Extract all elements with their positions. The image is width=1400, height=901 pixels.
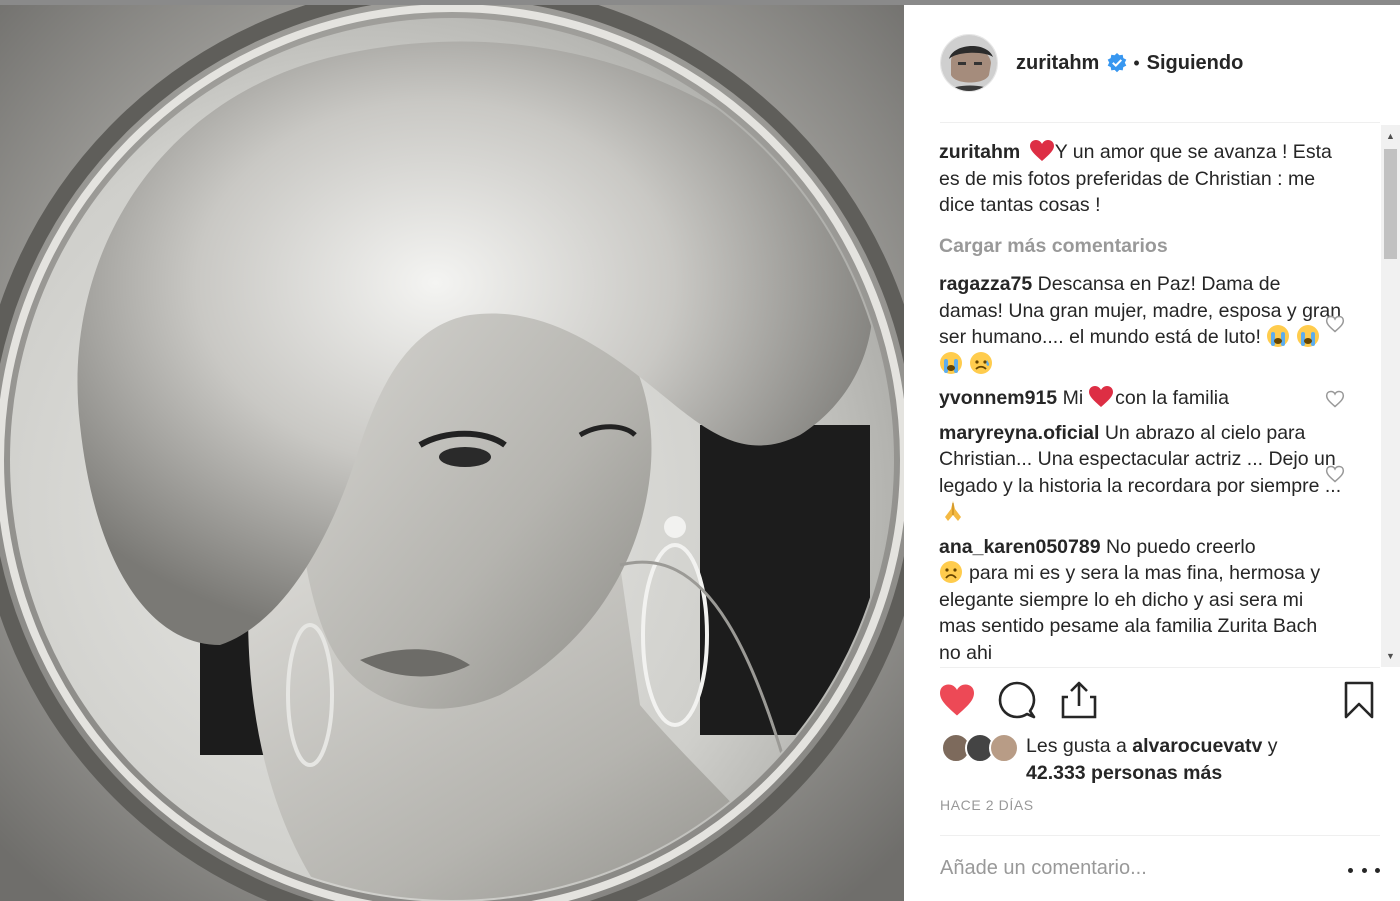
- comment-bubble-icon: [998, 681, 1036, 719]
- liker-username-link[interactable]: alvarocuevatv: [1132, 735, 1262, 757]
- verified-badge-icon: [1108, 53, 1127, 73]
- red-heart-emoji-icon: [1029, 140, 1054, 161]
- comment-text: con la familia: [1115, 387, 1229, 409]
- author-username[interactable]: zuritahm: [1016, 52, 1099, 75]
- add-comment-section: [940, 835, 1380, 901]
- loudly-crying-face-icon: [1267, 325, 1290, 347]
- likes-text: Les gusta a alvarocuevatv y 42.333 perso…: [1026, 733, 1278, 787]
- comments-list[interactable]: zuritahm Y un amor que se avanza ! Esta …: [939, 139, 1344, 667]
- framed-portrait-image: [0, 5, 904, 901]
- likes-prefix: Les gusta a: [1026, 735, 1127, 757]
- liker-avatar: [989, 733, 1019, 763]
- comment-input[interactable]: [940, 857, 1320, 880]
- post-details-panel: zuritahm • Siguiendo zuritahm Y un amor …: [904, 5, 1400, 901]
- like-button[interactable]: [936, 679, 978, 721]
- comment-like-heart-icon[interactable]: [1325, 389, 1345, 409]
- sad-relieved-face-icon: [970, 351, 992, 374]
- comment-button[interactable]: [996, 679, 1038, 721]
- avatar[interactable]: [940, 34, 998, 92]
- list-item: ragazza75 Descansa en Paz! Dama de damas…: [939, 271, 1344, 377]
- scroll-down-arrow-icon[interactable]: ▼: [1381, 647, 1400, 665]
- folded-hands-emoji-icon: [945, 501, 961, 521]
- comment-like-heart-icon[interactable]: [1325, 314, 1345, 334]
- loudly-crying-face-icon: [940, 351, 962, 374]
- post-timestamp[interactable]: HACE 2 DÍAS: [940, 797, 1034, 813]
- comment-text: Mi: [1062, 387, 1084, 409]
- header-separator: •: [1133, 52, 1140, 73]
- more-options-icon[interactable]: [1348, 858, 1380, 882]
- load-more-comments-link[interactable]: Cargar más comentarios: [939, 233, 1344, 260]
- comment-username[interactable]: ana_karen050789: [939, 536, 1101, 558]
- post-header: zuritahm • Siguiendo: [940, 31, 1380, 95]
- comments-scrollbar[interactable]: ▲ ▼: [1381, 125, 1400, 667]
- comment-username[interactable]: maryreyna.oficial: [939, 422, 1099, 444]
- author-avatar-image: [941, 35, 997, 91]
- list-item: maryreyna.oficial Un abrazo al cielo par…: [939, 420, 1344, 526]
- caption: zuritahm Y un amor que se avanza ! Esta …: [939, 139, 1344, 219]
- share-upload-icon: [1061, 681, 1097, 719]
- post-actions: [940, 679, 1380, 723]
- scrollbar-thumb[interactable]: [1384, 149, 1397, 259]
- likes-conjunction: y: [1267, 735, 1278, 757]
- comments-divider: [940, 667, 1380, 668]
- list-item: yvonnem915 Mi con la familia: [939, 385, 1344, 412]
- loudly-crying-face-icon: [1297, 325, 1320, 347]
- scroll-up-arrow-icon[interactable]: ▲: [1381, 127, 1400, 145]
- list-item: ana_karen050789 No puedo creerlo para mi…: [939, 534, 1344, 667]
- heart-filled-icon: [940, 684, 974, 716]
- caption-username[interactable]: zuritahm: [939, 141, 1020, 163]
- save-button[interactable]: [1338, 679, 1380, 721]
- share-button[interactable]: [1058, 679, 1100, 721]
- following-button[interactable]: Siguiendo: [1147, 52, 1244, 75]
- bookmark-icon: [1344, 681, 1374, 719]
- comment-username[interactable]: ragazza75: [939, 273, 1032, 295]
- likes-summary: Les gusta a alvarocuevatv y 42.333 perso…: [941, 733, 1381, 789]
- comment-like-heart-icon[interactable]: [1325, 464, 1345, 484]
- comment-text: No puedo creerlo: [1105, 535, 1256, 558]
- likes-count-link[interactable]: 42.333 personas más: [1026, 762, 1222, 784]
- comment-text: para mi es y sera la mas fina, hermosa y…: [939, 562, 1321, 664]
- liker-avatars[interactable]: [941, 733, 1021, 765]
- post-photo[interactable]: [0, 5, 904, 901]
- red-heart-emoji-icon: [1089, 386, 1114, 407]
- worried-face-emoji-icon: [940, 561, 962, 583]
- comment-username[interactable]: yvonnem915: [939, 387, 1057, 409]
- header-divider: [940, 122, 1380, 123]
